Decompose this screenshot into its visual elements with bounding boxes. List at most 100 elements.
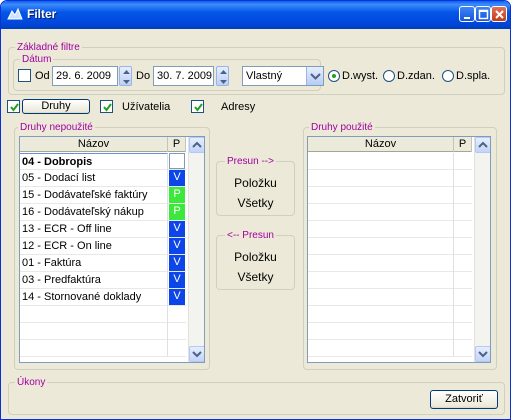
row-name [308, 221, 454, 238]
row-p-flag[interactable] [169, 306, 185, 322]
unused-grid-header: Názov P [20, 137, 186, 152]
date-from-field[interactable]: 29. 6. 2009 [52, 66, 118, 86]
date-to-field[interactable]: 30. 7. 2009 [153, 66, 214, 86]
table-row[interactable] [308, 204, 472, 221]
table-row[interactable]: 13 - ECR - Off line V [20, 221, 186, 238]
move-right-all-button[interactable]: Všetky [216, 196, 295, 210]
window-title: Filter [27, 7, 57, 21]
radio-d-spla[interactable] [442, 70, 454, 82]
scroll-up-icon[interactable] [475, 137, 490, 153]
used-types-grid: Názov P [307, 136, 491, 363]
uzivatelia-checkbox[interactable] [100, 100, 113, 113]
radio-d-zdan[interactable] [383, 70, 395, 82]
period-select-value: Vlastný [246, 70, 283, 82]
table-row[interactable] [308, 323, 472, 340]
row-name: 16 - Dodávateľský nákup [20, 204, 168, 221]
row-name: 01 - Faktúra [20, 255, 168, 272]
row-name [308, 255, 454, 272]
adresy-checkbox[interactable] [191, 100, 204, 113]
scroll-down-icon[interactable] [189, 346, 204, 362]
radio-d-wyst-label: D.wyst. [342, 70, 379, 82]
row-name [308, 272, 454, 289]
date-from-checkbox[interactable] [18, 69, 31, 82]
table-row[interactable] [20, 340, 186, 357]
date-to-spinner[interactable] [216, 66, 229, 86]
row-p-flag[interactable]: V [169, 221, 185, 237]
period-select[interactable]: Vlastný [242, 66, 324, 86]
date-legend: Dátum [20, 54, 54, 65]
used-scrollbar[interactable] [474, 137, 490, 362]
table-row[interactable]: 05 - Dodací list V [20, 170, 186, 187]
table-row[interactable] [308, 340, 472, 357]
row-name [20, 323, 168, 340]
unused-types-grid: Názov P 04 - Dobropis 05 - Dodací list V 15… [19, 136, 205, 363]
unused-scrollbar[interactable] [188, 137, 204, 362]
row-p-flag[interactable]: V [169, 272, 185, 288]
unused-types-legend: Druhy nepoužité [18, 122, 95, 133]
table-row[interactable] [308, 306, 472, 323]
used-col-name[interactable]: Názov [308, 137, 454, 152]
row-name [308, 306, 454, 323]
row-p-flag[interactable]: P [169, 204, 185, 220]
unused-col-name[interactable]: Názov [20, 137, 168, 152]
move-right-item-button[interactable]: Položku [216, 176, 295, 190]
maximize-icon[interactable] [475, 6, 491, 22]
actions-legend: Úkony [15, 377, 48, 388]
row-p-flag[interactable]: P [169, 187, 185, 203]
table-row[interactable]: 15 - Dodávateľské faktúry P [20, 187, 186, 204]
row-p-flag[interactable] [169, 323, 185, 339]
table-row[interactable]: 14 - Stornované doklady V [20, 289, 186, 306]
table-row[interactable] [308, 238, 472, 255]
chevron-down-icon[interactable] [306, 67, 323, 85]
druhy-checkbox[interactable] [7, 100, 20, 113]
scroll-up-icon[interactable] [189, 137, 204, 153]
row-p-flag[interactable] [169, 153, 185, 169]
adresy-label: Adresy [221, 101, 256, 113]
filter-window: Filter Základné filtre Dátum Od 29. 6. 2… [0, 0, 511, 420]
move-left-item-button[interactable]: Položku [216, 250, 295, 264]
date-from-spinner[interactable] [119, 66, 132, 86]
table-row[interactable] [308, 221, 472, 238]
scroll-down-icon[interactable] [475, 346, 490, 362]
date-to-label: Do [136, 70, 151, 82]
row-p-flag[interactable]: V [169, 255, 185, 271]
move-right-legend: Presun --> [225, 156, 276, 167]
row-name [308, 289, 454, 306]
table-row[interactable]: 16 - Dodávateľský nákup P [20, 204, 186, 221]
used-types-legend: Druhy použité [309, 122, 375, 133]
row-name: 14 - Stornované doklady [20, 289, 168, 306]
row-name [308, 204, 454, 221]
table-row[interactable] [308, 272, 472, 289]
move-left-all-button[interactable]: Všetky [216, 270, 295, 284]
row-p-flag[interactable]: V [169, 238, 185, 254]
used-col-p[interactable]: P [454, 137, 472, 152]
unused-col-p[interactable]: P [168, 137, 186, 152]
row-p-flag[interactable]: V [169, 170, 185, 186]
table-row[interactable] [308, 170, 472, 187]
table-row[interactable] [308, 187, 472, 204]
table-row[interactable] [20, 306, 186, 323]
table-row[interactable]: 04 - Dobropis [20, 153, 186, 170]
table-row[interactable]: 01 - Faktúra V [20, 255, 186, 272]
row-name [308, 170, 454, 187]
row-p-flag[interactable]: V [169, 289, 185, 305]
close-button[interactable]: Zatvoriť [430, 390, 498, 409]
title-bar[interactable]: Filter [1, 1, 510, 29]
table-row[interactable] [308, 153, 472, 170]
date-from-label: Od [35, 70, 50, 82]
table-row[interactable] [308, 289, 472, 306]
table-row[interactable]: 03 - Predfaktúra V [20, 272, 186, 289]
row-p-flag[interactable] [169, 340, 185, 356]
row-name: 12 - ECR - On line [20, 238, 168, 255]
table-row[interactable] [20, 323, 186, 340]
row-name: 13 - ECR - Off line [20, 221, 168, 238]
table-row[interactable] [308, 255, 472, 272]
druhy-button[interactable]: Druhy [22, 99, 90, 114]
close-icon[interactable] [491, 6, 507, 22]
minimize-icon[interactable] [459, 6, 475, 22]
radio-d-wyst[interactable] [328, 70, 340, 82]
row-name: 05 - Dodací list [20, 170, 168, 187]
table-row[interactable]: 12 - ECR - On line V [20, 238, 186, 255]
basic-filters-legend: Základné filtre [15, 42, 82, 53]
used-grid-header: Názov P [308, 137, 472, 152]
